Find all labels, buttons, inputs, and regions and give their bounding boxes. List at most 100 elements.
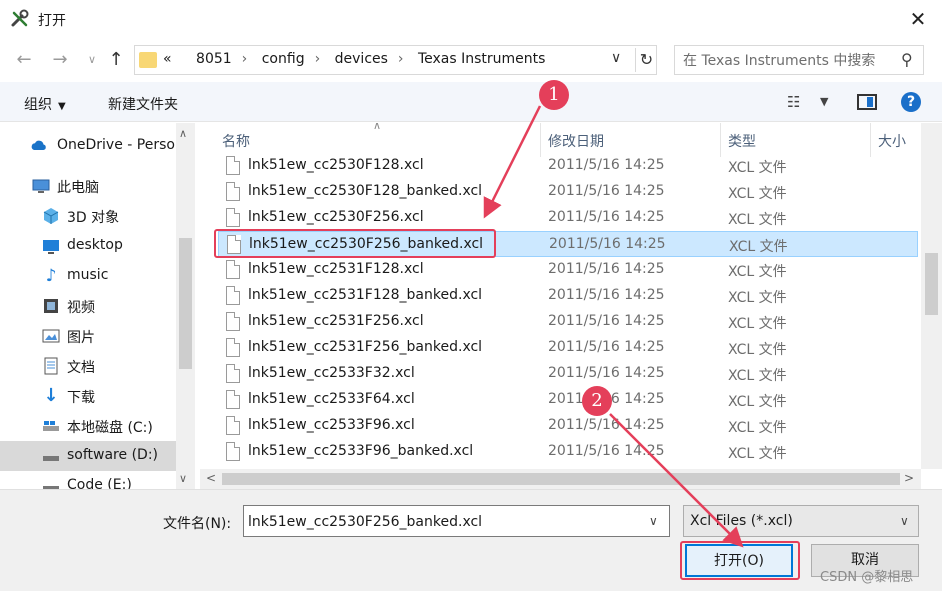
cube-icon bbox=[43, 208, 59, 224]
up-arrow-icon[interactable]: ↑ bbox=[104, 48, 128, 72]
horizontal-scroll-thumb[interactable] bbox=[222, 473, 900, 485]
music-icon: ♪ bbox=[45, 266, 57, 286]
nav-item-drive-e[interactable]: Code (E:) bbox=[0, 471, 176, 489]
file-icon bbox=[226, 182, 240, 201]
computer-icon bbox=[32, 179, 50, 193]
path-box[interactable]: « 8051 › config › devices › Texas Instrumen… bbox=[134, 45, 657, 75]
scroll-down-chevron-icon[interactable]: ∨ bbox=[179, 472, 187, 485]
breadcrumb-separator-icon[interactable]: › bbox=[398, 51, 404, 67]
nav-item-music[interactable]: ♪ music bbox=[0, 261, 176, 291]
nav-item-documents[interactable]: 文档 bbox=[0, 351, 176, 381]
file-row[interactable]: lnk51ew_cc2530F256.xcl 2011/5/16 14:25 XCL… bbox=[218, 205, 918, 231]
breadcrumb-separator-icon[interactable]: › bbox=[242, 51, 248, 67]
forward-arrow-icon[interactable]: → bbox=[48, 48, 72, 72]
navigation-pane: OneDrive - Personal 此电脑 3D 对象 desktop ♪ … bbox=[0, 123, 195, 489]
nav-item-3d-objects[interactable]: 3D 对象 bbox=[0, 201, 176, 231]
file-icon bbox=[226, 208, 240, 227]
back-arrow-icon[interactable]: ← bbox=[12, 48, 36, 72]
path-dropdown-chevron-icon[interactable]: ∨ bbox=[611, 50, 621, 66]
search-icon[interactable]: ⚲ bbox=[901, 50, 913, 69]
view-caret-down-icon[interactable]: ▼ bbox=[820, 95, 828, 108]
file-icon bbox=[226, 286, 240, 305]
dialog-footer: 文件名(N): ∨ Xcl Files (*.xcl) ∨ 打开(O) 取消 bbox=[0, 489, 942, 591]
file-row[interactable]: lnk51ew_cc2531F128.xcl 2011/5/16 14:25 XCL… bbox=[218, 257, 918, 283]
column-header-type[interactable]: 类型 bbox=[728, 131, 756, 151]
file-row[interactable]: lnk51ew_cc2530F128.xcl 2011/5/16 14:25 XCL… bbox=[218, 153, 918, 179]
breadcrumb-overflow[interactable]: « bbox=[163, 51, 172, 67]
file-row[interactable]: lnk51ew_cc2533F64.xcl2011/5/16 14:25XCL … bbox=[218, 387, 918, 413]
tools-icon bbox=[11, 9, 29, 27]
file-list-scroll-thumb[interactable] bbox=[925, 253, 938, 315]
recent-chevron-icon[interactable]: ∨ bbox=[80, 48, 104, 72]
refresh-icon[interactable]: ↻ bbox=[635, 48, 657, 72]
cloud-icon bbox=[31, 140, 46, 150]
scroll-left-chevron-icon[interactable]: < bbox=[206, 471, 216, 485]
filename-label: 文件名(N): bbox=[163, 516, 232, 532]
file-row[interactable]: lnk51ew_cc2531F128_banked.xcl 2011/5/16 1… bbox=[218, 283, 918, 309]
nav-item-this-pc[interactable]: 此电脑 bbox=[0, 171, 176, 201]
file-row[interactable]: lnk51ew_cc2533F32.xcl 2011/5/16 14:25 XCL … bbox=[218, 361, 918, 387]
chevron-down-icon[interactable]: ∨ bbox=[900, 514, 909, 528]
file-icon bbox=[226, 338, 240, 357]
scroll-up-chevron-icon[interactable]: ∧ bbox=[179, 127, 187, 140]
document-icon bbox=[44, 357, 58, 375]
drive-icon bbox=[43, 456, 59, 461]
address-bar: ← → ∨ ↑ « 8051 › config › devices › Texas I… bbox=[0, 40, 942, 80]
file-row[interactable]: lnk51ew_cc2533F96.xcl 2011/5/16 14:25 XCL … bbox=[218, 413, 918, 439]
file-icon bbox=[226, 390, 240, 409]
file-row[interactable]: lnk51ew_cc2530F128_banked.xcl 2011/5/16 1… bbox=[218, 179, 918, 205]
file-list-horizontal-scrollbar[interactable]: < > bbox=[200, 469, 921, 489]
breadcrumb-texas-instruments[interactable]: Texas Instruments bbox=[418, 51, 545, 67]
filename-combobox[interactable]: ∨ bbox=[243, 505, 670, 537]
file-icon bbox=[226, 416, 240, 435]
nav-scrollbar[interactable]: ∧ ∨ bbox=[176, 123, 195, 489]
filetype-select[interactable]: Xcl Files (*.xcl) ∨ bbox=[683, 505, 919, 537]
nav-item-drive-c[interactable]: 本地磁盘 (C:) bbox=[0, 411, 176, 441]
file-icon bbox=[226, 364, 240, 383]
file-row[interactable]: lnk51ew_cc2531F256.xcl 2011/5/16 14:25 XCL… bbox=[218, 309, 918, 335]
file-icon bbox=[226, 260, 240, 279]
help-icon[interactable]: ? bbox=[901, 92, 921, 112]
nav-item-desktop[interactable]: desktop bbox=[0, 231, 176, 261]
file-list-vertical-scrollbar[interactable] bbox=[921, 123, 942, 469]
nav-item-onedrive[interactable]: OneDrive - Personal bbox=[0, 131, 176, 161]
filename-input[interactable] bbox=[248, 512, 643, 532]
open-button[interactable]: 打开(O) bbox=[685, 544, 793, 577]
column-header-date[interactable]: 修改日期 bbox=[548, 131, 604, 151]
organize-menu[interactable]: 组织 ▼ bbox=[24, 94, 66, 114]
column-header-name[interactable]: 名称 bbox=[222, 131, 250, 151]
file-icon bbox=[227, 235, 241, 254]
close-icon[interactable]: ✕ bbox=[900, 6, 936, 32]
file-list: ∧ 名称 修改日期 类型 大小 lnk51ew_cc2530F128.xcl 20… bbox=[200, 123, 942, 489]
search-input[interactable] bbox=[683, 51, 888, 71]
scroll-right-chevron-icon[interactable]: > bbox=[904, 471, 914, 485]
sort-ascending-icon: ∧ bbox=[373, 123, 382, 132]
nav-scroll-thumb[interactable] bbox=[179, 238, 192, 369]
column-header-size[interactable]: 大小 bbox=[878, 131, 906, 151]
file-row[interactable]: lnk51ew_cc2531F256_banked.xcl 2011/5/16 1… bbox=[218, 335, 918, 361]
drive-icon bbox=[43, 421, 59, 431]
file-icon bbox=[226, 442, 240, 461]
drive-icon bbox=[43, 486, 59, 489]
search-box[interactable]: ⚲ bbox=[674, 45, 924, 75]
file-row-selected[interactable]: lnk51ew_cc2530F256_banked.xcl 2011/5/16 1… bbox=[218, 231, 918, 257]
breadcrumb-config[interactable]: config bbox=[262, 51, 305, 67]
nav-item-videos[interactable]: 视频 bbox=[0, 291, 176, 321]
download-icon: ↓ bbox=[43, 385, 59, 406]
breadcrumb-8051[interactable]: 8051 bbox=[196, 51, 232, 67]
video-icon bbox=[44, 299, 58, 313]
preview-pane-icon[interactable] bbox=[857, 94, 877, 110]
nav-item-downloads[interactable]: ↓ 下载 bbox=[0, 381, 176, 411]
file-icon bbox=[226, 156, 240, 175]
title-bar: 打开 ✕ bbox=[0, 0, 942, 38]
breadcrumb-devices[interactable]: devices bbox=[335, 51, 388, 67]
new-folder-button[interactable]: 新建文件夹 bbox=[108, 94, 178, 114]
folder-icon bbox=[139, 52, 157, 68]
view-options-icon[interactable]: ☷ bbox=[787, 93, 800, 111]
chevron-down-icon[interactable]: ∨ bbox=[649, 514, 658, 528]
file-row[interactable]: lnk51ew_cc2533F96_banked.xcl 2011/5/16 14… bbox=[218, 439, 918, 465]
watermark: CSDN @黎相思 bbox=[820, 570, 914, 585]
nav-item-drive-d[interactable]: software (D:) bbox=[0, 441, 176, 471]
nav-item-pictures[interactable]: 图片 bbox=[0, 321, 176, 351]
breadcrumb-separator-icon[interactable]: › bbox=[315, 51, 321, 67]
